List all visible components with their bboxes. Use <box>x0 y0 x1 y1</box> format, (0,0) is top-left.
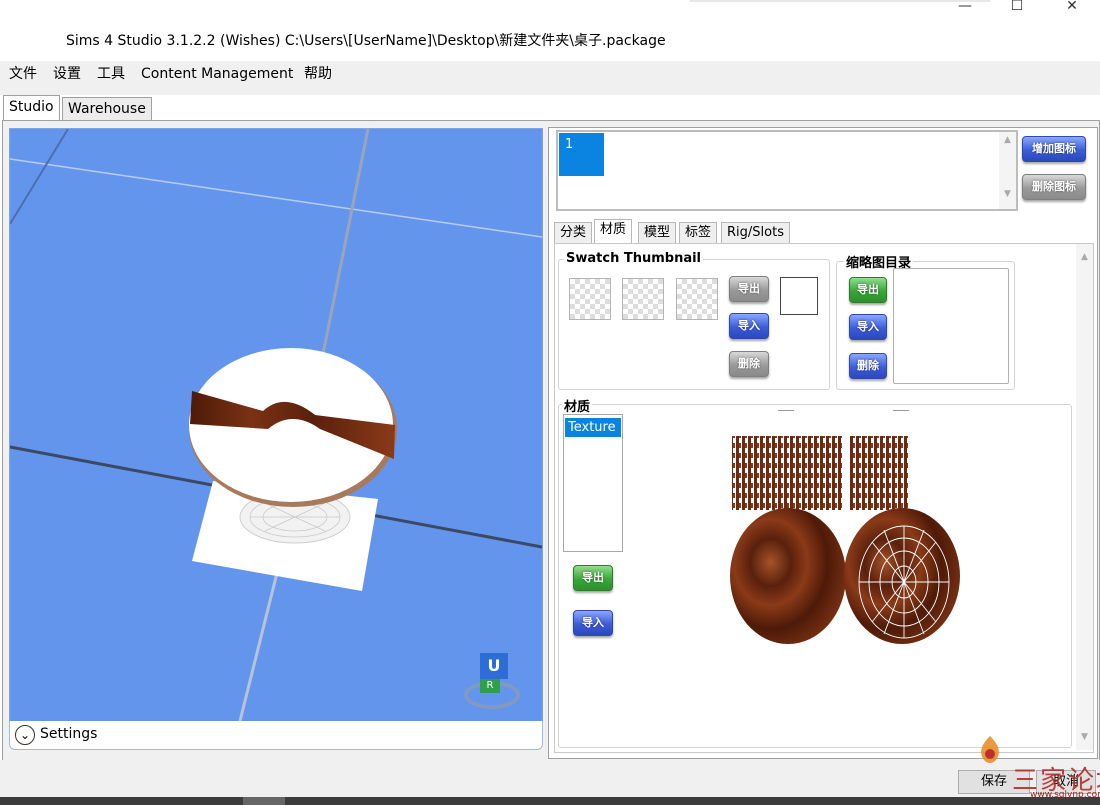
tab-category[interactable]: 分类 <box>554 222 593 243</box>
thumbnail-slot[interactable] <box>676 278 718 320</box>
watermark-logo-icon <box>974 734 1006 776</box>
close-button[interactable]: ✕ <box>1049 0 1095 14</box>
thumbnail-slot[interactable] <box>569 278 611 320</box>
content-scrollbar[interactable]: ▲ ▼ <box>1076 244 1093 750</box>
swatch-list[interactable]: ▲ ▼ <box>556 130 1018 211</box>
material-list-item[interactable]: Texture <box>565 418 621 437</box>
texture-preview[interactable] <box>724 430 968 650</box>
tab-studio[interactable]: Studio <box>3 95 60 120</box>
scroll-up-icon[interactable]: ▲ <box>999 135 1016 145</box>
material-import-button[interactable]: 导入 <box>573 610 613 636</box>
delete-icon-button[interactable]: 删除图标 <box>1022 174 1086 200</box>
swatch-list-scrollbar[interactable]: ▲ ▼ <box>999 132 1016 209</box>
scroll-up-icon[interactable]: ▲ <box>1076 252 1093 262</box>
viewport-scene <box>10 129 542 721</box>
bark-texture-strip <box>732 436 842 510</box>
grid-line <box>10 158 542 238</box>
settings-bar[interactable]: ⌄ Settings <box>9 721 543 750</box>
color-preview-box[interactable] <box>780 277 818 315</box>
uv-wireframe <box>858 525 950 639</box>
taskbar <box>0 797 1100 805</box>
scroll-down-icon[interactable]: ▼ <box>1076 732 1093 742</box>
swatch-item[interactable]: 1 <box>559 133 604 176</box>
watermark-url: www.sglynp.com <box>1030 790 1100 800</box>
menu-help[interactable]: 帮助 <box>296 63 340 85</box>
swatch-delete-button[interactable]: 删除 <box>729 351 769 377</box>
tab-tags[interactable]: 标签 <box>679 222 718 243</box>
menu-file[interactable]: 文件 <box>1 63 45 85</box>
menu-bar: 文件 设置 工具 Content Management 帮助 <box>0 61 1100 95</box>
tab-warehouse[interactable]: Warehouse <box>62 97 152 120</box>
material-export-button[interactable]: 导出 <box>573 565 613 591</box>
window-title: Sims 4 Studio 3.1.2.2 (Wishes) C:\Users\… <box>66 33 666 49</box>
grid-line <box>10 129 69 225</box>
orientation-gizmo[interactable]: U R <box>462 653 522 713</box>
grid-line <box>238 568 280 721</box>
menu-content-management[interactable]: Content Management <box>133 63 301 85</box>
settings-label: Settings <box>40 726 98 742</box>
swatch-thumbnail-title: Swatch Thumbnail <box>564 251 704 266</box>
swatch-export-button[interactable]: 导出 <box>729 276 769 302</box>
catalog-delete-button[interactable]: 删除 <box>849 353 887 379</box>
bark-texture-strip <box>850 436 908 510</box>
swatch-import-button[interactable]: 导入 <box>729 313 769 339</box>
catalog-export-button[interactable]: 导出 <box>849 277 887 303</box>
tab-model[interactable]: 模型 <box>638 222 677 243</box>
add-icon-button[interactable]: 增加图标 <box>1022 136 1086 162</box>
scroll-down-icon[interactable]: ▼ <box>999 189 1016 199</box>
tab-material[interactable]: 材质 <box>594 219 633 244</box>
catalog-list[interactable] <box>893 268 1009 384</box>
taskbar-item[interactable] <box>243 797 285 805</box>
gizmo-cube-top: U <box>480 653 508 679</box>
minimize-button[interactable]: — <box>942 0 988 14</box>
menu-settings[interactable]: 设置 <box>45 63 89 85</box>
thumbnail-slot[interactable] <box>622 278 664 320</box>
gizmo-cube-side: R <box>480 679 500 693</box>
grid-line <box>318 129 370 370</box>
material-title: 材质 <box>562 396 593 415</box>
catalog-import-button[interactable]: 导入 <box>849 314 887 340</box>
texture-marker <box>893 410 909 411</box>
material-list[interactable]: Texture <box>563 414 623 552</box>
maximize-button[interactable]: ☐ <box>994 0 1040 14</box>
tab-rig-slots[interactable]: Rig/Slots <box>721 222 790 243</box>
3d-viewport[interactable]: U R <box>9 128 543 722</box>
texture-marker <box>778 410 794 411</box>
title-bar: Sims 4 Studio 3.1.2.2 (Wishes) C:\Users\… <box>0 0 1100 58</box>
chevron-down-icon[interactable]: ⌄ <box>15 725 35 745</box>
menu-tools[interactable]: 工具 <box>89 63 133 85</box>
wood-texture-disc <box>730 508 846 644</box>
